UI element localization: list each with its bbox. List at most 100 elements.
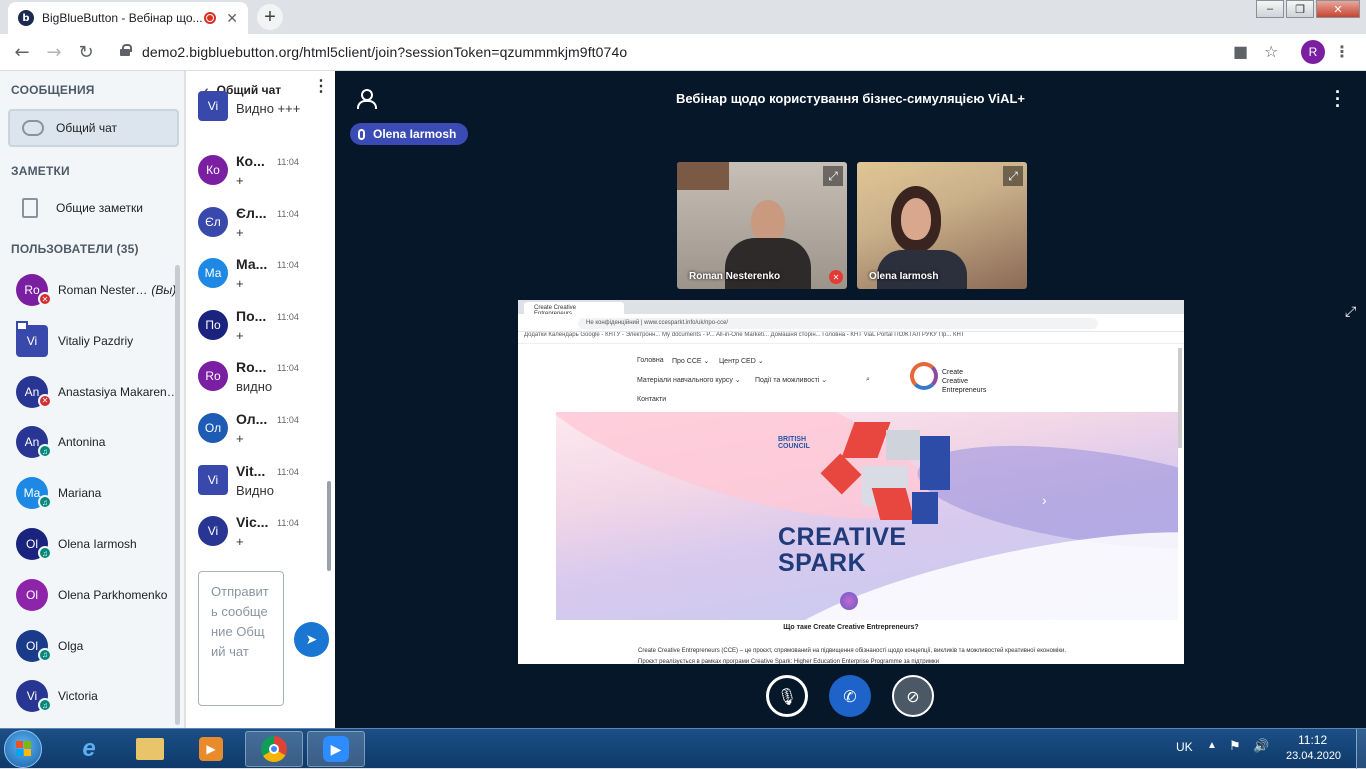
recording-icon — [204, 12, 217, 24]
muted-mic-icon: ✕ — [38, 292, 52, 306]
lock-icon[interactable] — [120, 44, 132, 56]
browser-toolbar: ← → ↻ demo2.bigbluebutton.org/html5clien… — [0, 34, 1366, 71]
maximize-button[interactable]: ❐ — [1286, 0, 1314, 18]
browser-menu-icon[interactable]: ⋮ — [1334, 42, 1350, 61]
close-window-button[interactable]: ✕ — [1316, 0, 1360, 18]
chat-panel: ‹ Общий чат ⋮ Vi Видно +++ Ко Ко... 11:04 + Єл… — [186, 71, 335, 728]
zoom-icon[interactable]: ▶ — [307, 731, 365, 767]
chat-options-icon[interactable]: ⋮ — [313, 79, 329, 95]
user-list-item[interactable]: Ol ♫ Olga — [16, 626, 176, 666]
cube-shape — [920, 436, 950, 490]
british-council-logo: BRITISH COUNCIL — [778, 436, 810, 450]
user-list-item[interactable]: An ♫ Antonina — [16, 422, 176, 462]
user-list-sidebar: СООБЩЕНИЯ Общий чат ЗАМЕТКИ Общие заметк… — [0, 71, 185, 728]
screenshare[interactable]: Create Creative Entrepreneurs Не конфіде… — [518, 300, 1184, 664]
shared-tab: Create Creative Entrepreneurs — [524, 302, 624, 317]
user-list-item[interactable]: Ma ♫ Mariana — [16, 473, 176, 513]
webcam-video[interactable]: ⤢ Roman Nesterenko ✕ — [677, 162, 847, 289]
shared-bookmarks: Додатки Календарь Google - КНТУ - Электр… — [518, 332, 1184, 344]
webcam-face — [901, 198, 931, 240]
user-list-item[interactable]: Ol ♫ Olena Iarmosh — [16, 524, 176, 564]
media-player-icon[interactable]: ▶ — [182, 731, 240, 767]
close-tab-icon[interactable]: ✕ — [226, 10, 238, 27]
webcam-body — [877, 250, 967, 289]
bookmark-star-icon[interactable]: ☆ — [1264, 42, 1278, 61]
shared-notes-item[interactable]: Общие заметки — [8, 189, 179, 227]
creative-spark-headline: CREATIVE SPARK — [778, 523, 907, 577]
tray-expand-icon[interactable]: ▲ — [1207, 740, 1217, 751]
reload-icon[interactable]: ↻ — [76, 42, 96, 63]
sender-name: Ro... — [236, 359, 267, 376]
back-arrow-icon[interactable]: ← — [12, 42, 32, 63]
message-text: + — [236, 431, 244, 446]
message-text: видно — [236, 379, 273, 395]
sender-name: Єл... — [236, 204, 267, 221]
start-button[interactable] — [4, 730, 42, 768]
share-webcam-button[interactable]: ⊘ — [892, 675, 934, 717]
meeting-area: Вебінар щодо користування бізнес-симуляц… — [335, 71, 1366, 728]
site-nav-item: Центр CED ⌄ — [719, 358, 764, 365]
show-desktop-button[interactable] — [1356, 729, 1366, 769]
options-menu-icon[interactable]: · · · — [1335, 83, 1341, 115]
public-chat-item[interactable]: Общий чат — [8, 109, 179, 147]
message-time: 11:04 — [277, 157, 299, 167]
site-nav-item: Матеріали навчального курсу ⌄ — [637, 377, 741, 384]
camera-icon[interactable]: ■ — [1233, 42, 1248, 61]
clock-date[interactable]: 23.04.2020 — [1286, 750, 1341, 762]
site-paragraph: Create Creative Entrepreneurs (CCE) – це… — [638, 648, 1067, 664]
user-list-item[interactable]: An ✕ Anastasiya Makaren… — [16, 372, 179, 412]
browser-tab[interactable]: b BigBlueButton - Вебінар що... ✕ — [8, 2, 248, 34]
action-center-flag-icon[interactable]: ⚑ — [1229, 738, 1241, 754]
minimize-button[interactable]: – — [1256, 0, 1284, 18]
file-explorer-icon[interactable] — [121, 731, 179, 767]
spark-dot-icon — [840, 592, 858, 610]
language-indicator[interactable]: UK — [1176, 740, 1193, 754]
screenshare-fullscreen-icon[interactable]: ⤢ — [1345, 303, 1356, 320]
chat-message: Vi Видно +++ — [198, 91, 328, 151]
message-text: Видно — [236, 482, 274, 498]
talking-indicator[interactable]: Olena Iarmosh — [350, 123, 469, 145]
hero-banner: BRITISH COUNCIL CREATIVE SPARK › — [556, 412, 1178, 620]
volume-icon[interactable]: 🔊 — [1253, 738, 1269, 754]
chat-message: Ко Ко... 11:04 + — [198, 151, 328, 201]
presenter-icon — [16, 320, 28, 331]
send-message-button[interactable]: ➤ — [294, 622, 329, 657]
profile-avatar[interactable]: R — [1301, 40, 1325, 64]
forward-arrow-icon[interactable]: → — [44, 42, 64, 63]
user-list-item[interactable]: Ol Olena Parkhomenko — [16, 575, 176, 615]
fullscreen-icon[interactable]: ⤢ — [823, 166, 843, 186]
muted-microphone-icon: 🎙 — [776, 686, 798, 706]
user-list-scrollbar[interactable] — [175, 265, 180, 725]
chat-scrollbar[interactable] — [327, 481, 331, 571]
user-list-item[interactable]: Ro ✕ Roman Nester… (Вы) — [16, 270, 176, 310]
wall-picture — [677, 162, 729, 190]
talking-user-name: Olena Iarmosh — [373, 127, 457, 141]
bigbluebutton-favicon-icon: b — [18, 10, 34, 26]
unmute-button[interactable]: 🎙 — [766, 675, 808, 717]
cce-logo — [910, 362, 938, 390]
avatar: Ro — [198, 361, 228, 392]
clock-time[interactable]: 11:12 — [1298, 733, 1327, 747]
avatar: Ол — [198, 413, 228, 443]
leave-audio-button[interactable]: ✆ — [829, 675, 871, 717]
avatar: Єл — [198, 206, 228, 237]
user-name: Anastasiya Makaren… — [58, 384, 179, 399]
fullscreen-icon[interactable]: ⤢ — [1003, 166, 1023, 186]
notes-icon — [22, 198, 38, 218]
sender-name: По... — [236, 307, 267, 324]
internet-explorer-icon[interactable]: e — [60, 731, 118, 767]
window-controls: – ❐ ✕ — [1254, 0, 1360, 18]
new-tab-button[interactable]: + — [257, 4, 283, 30]
address-bar[interactable]: demo2.bigbluebutton.org/html5client/join… — [142, 44, 627, 60]
webcam-video[interactable]: ⤢ Olena Iarmosh — [857, 162, 1027, 289]
user-list-item[interactable]: Vi Vitaliy Pazdriy — [16, 320, 176, 361]
message-time: 11:04 — [277, 466, 299, 477]
windows-taskbar: e ▶ ▶ UK ▲ ⚑ 🔊 11:12 23.04.2020 — [0, 728, 1366, 769]
chrome-icon[interactable] — [245, 731, 303, 767]
user-list-item[interactable]: Vi ♫ Victoria — [16, 676, 176, 716]
user-name: Antonina — [58, 435, 106, 450]
chat-message: Ro Ro... 11:04 видно — [198, 357, 328, 407]
phone-icon: ✆ — [843, 686, 857, 706]
sender-name: Vic... — [236, 514, 269, 531]
chat-message-input[interactable]: Отправить сообщение Общий чат — [198, 571, 284, 706]
